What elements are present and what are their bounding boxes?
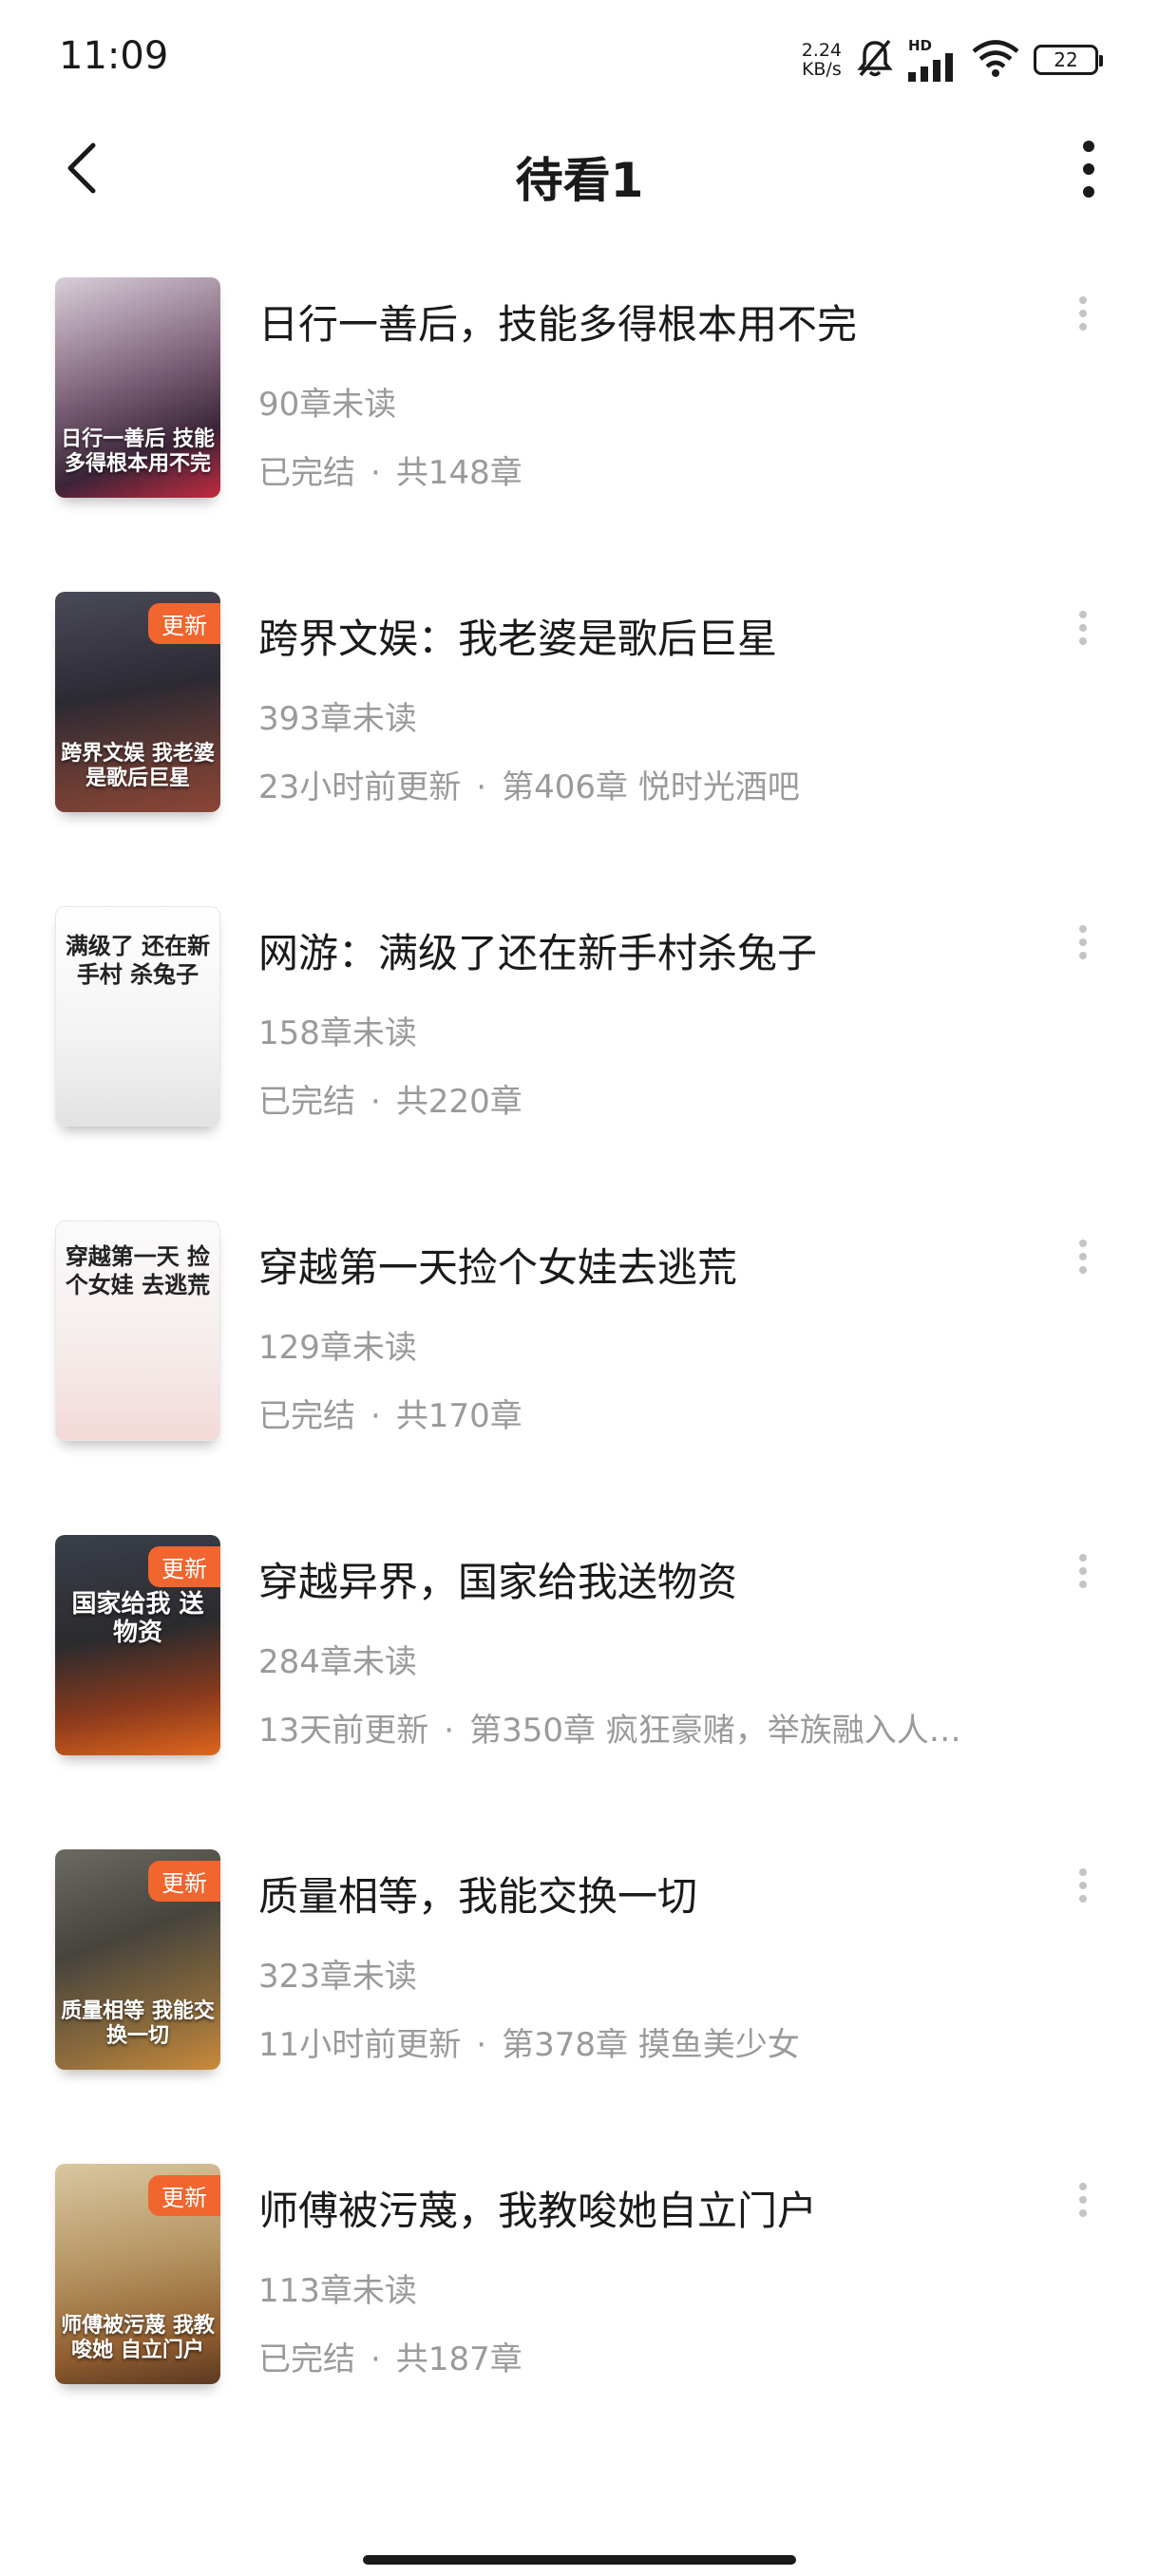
battery-level: 22 <box>1054 48 1078 71</box>
book-status: 已完结 <box>258 454 355 492</box>
book-title: 穿越第一天捡个女娃去逃荒 <box>258 1244 738 1291</box>
book-cover: 更新 师傅被污蔑 我教唆她 自立门户 <box>55 2164 220 2384</box>
book-list-item[interactable]: 更新 国家给我 送物资 穿越异界，国家给我送物资 284章未读 13天前更新 · 第… <box>0 1524 1159 1838</box>
book-status: 11小时前更新 <box>258 2026 462 2064</box>
wifi-icon <box>971 39 1020 81</box>
book-meta: 已完结 · 共148章 <box>258 446 522 493</box>
more-vertical-icon <box>1079 611 1087 645</box>
item-more-button[interactable] <box>1064 2171 1102 2228</box>
update-badge: 更新 <box>148 2175 220 2216</box>
more-vertical-icon <box>1079 1554 1087 1588</box>
book-list-item[interactable]: 更新 质量相等 我能交换一切 质量相等，我能交换一切 323章未读 11小时前更… <box>0 1838 1159 2152</box>
book-title: 跨界文娱：我老婆是歌后巨星 <box>258 616 778 662</box>
network-speed-value: 2.24 <box>801 40 842 61</box>
book-unread-count: 158章未读 <box>258 1014 417 1052</box>
book-cover-text: 跨界文娱 我老婆是歌后巨星 <box>61 742 215 790</box>
battery-icon: 22 <box>1034 45 1103 75</box>
book-unread-count: 284章未读 <box>258 1643 417 1681</box>
book-detail: 共220章 <box>395 1083 522 1121</box>
item-more-button[interactable] <box>1064 285 1102 342</box>
bell-muted-icon <box>855 37 895 83</box>
book-cover-text: 国家给我 送物资 <box>71 1590 204 1647</box>
meta-separator: · <box>370 1397 381 1435</box>
more-vertical-icon <box>1079 2183 1087 2217</box>
book-detail: 第350章 疯狂豪赌，举族融入人… <box>469 1712 961 1750</box>
item-more-button[interactable] <box>1064 1228 1102 1285</box>
book-detail: 共170章 <box>395 1397 522 1435</box>
book-title: 穿越异界，国家给我送物资 <box>258 1559 738 1605</box>
signal-hd-label: HD <box>908 36 933 54</box>
book-unread-count: 129章未读 <box>258 1329 417 1367</box>
book-list-item[interactable]: 日行一善后 技能多得根本用不完 日行一善后，技能多得根本用不完 90章未读 已完… <box>0 266 1159 580</box>
update-badge: 更新 <box>148 603 220 644</box>
book-cover: 更新 跨界文娱 我老婆是歌后巨星 <box>55 592 220 812</box>
book-cover: 穿越第一天 捡个女娃 去逃荒 <box>55 1221 220 1441</box>
page-title: 待看1 <box>515 153 644 208</box>
book-cover: 更新 质量相等 我能交换一切 <box>55 1849 220 2070</box>
book-status: 23小时前更新 <box>258 768 462 806</box>
update-badge: 更新 <box>148 1546 220 1587</box>
status-time: 11:09 <box>59 34 169 78</box>
book-meta: 13天前更新 · 第350章 疯狂豪赌，举族融入人… <box>258 1704 961 1751</box>
more-vertical-icon <box>1079 296 1087 331</box>
book-unread-count: 323章未读 <box>258 1958 417 1996</box>
meta-separator: · <box>370 2340 381 2378</box>
meta-separator: · <box>370 454 381 492</box>
network-speed-unit: KB/s <box>801 59 842 80</box>
book-list-item[interactable]: 更新 跨界文娱 我老婆是歌后巨星 跨界文娱：我老婆是歌后巨星 393章未读 23… <box>0 580 1159 895</box>
item-more-button[interactable] <box>1064 914 1102 971</box>
book-cover-text: 日行一善后 技能多得根本用不完 <box>61 427 215 476</box>
update-badge: 更新 <box>148 1861 220 1902</box>
book-list-item[interactable]: 更新 师傅被污蔑 我教唆她 自立门户 师傅被污蔑，我教唆她自立门户 113章未读… <box>0 2152 1159 2467</box>
nav-bar: 待看1 <box>0 114 1159 228</box>
meta-separator: · <box>370 1083 381 1121</box>
book-status: 已完结 <box>258 2340 355 2378</box>
book-meta: 已完结 · 共170章 <box>258 1390 522 1436</box>
cellular-signal-icon: HD <box>908 36 958 82</box>
more-vertical-icon <box>1079 925 1087 959</box>
status-icons: 2.24 KB/s HD 22 <box>802 36 1103 84</box>
book-status: 13天前更新 <box>258 1712 429 1750</box>
status-bar: 11:09 2.24 KB/s HD 22 <box>0 0 1159 114</box>
more-vertical-icon <box>1083 141 1094 198</box>
book-meta: 11小时前更新 · 第378章 摸鱼美少女 <box>258 2018 800 2065</box>
book-title: 师傅被污蔑，我教唆她自立门户 <box>258 2188 818 2234</box>
book-list-item[interactable]: 满级了 还在新手村 杀兔子 网游：满级了还在新手村杀兔子 158章未读 已完结 ·… <box>0 895 1159 1209</box>
book-cover: 满级了 还在新手村 杀兔子 <box>55 906 220 1127</box>
book-cover-text: 质量相等 我能交换一切 <box>61 1999 215 2048</box>
network-speed: 2.24 KB/s <box>802 41 842 79</box>
book-cover: 更新 国家给我 送物资 <box>55 1535 220 1755</box>
book-meta: 已完结 · 共220章 <box>258 1075 522 1122</box>
more-vertical-icon <box>1079 1240 1087 1274</box>
book-status: 已完结 <box>258 1083 355 1121</box>
book-detail: 共148章 <box>395 454 522 492</box>
book-status: 已完结 <box>258 1397 355 1435</box>
book-title: 日行一善后，技能多得根本用不完 <box>258 301 858 348</box>
item-more-button[interactable] <box>1064 1857 1102 1914</box>
book-title: 网游：满级了还在新手村杀兔子 <box>258 930 818 976</box>
book-list-item[interactable]: 穿越第一天 捡个女娃 去逃荒 穿越第一天捡个女娃去逃荒 129章未读 已完结 · 共… <box>0 1209 1159 1524</box>
more-vertical-icon <box>1079 1868 1087 1903</box>
book-cover: 日行一善后 技能多得根本用不完 <box>55 277 220 498</box>
book-detail: 共187章 <box>395 2340 522 2378</box>
book-cover-text: 穿越第一天 捡个女娃 去逃荒 <box>65 1243 211 1298</box>
meta-separator: · <box>444 1712 455 1750</box>
book-meta: 已完结 · 共187章 <box>258 2333 522 2379</box>
book-detail: 第406章 悦时光酒吧 <box>502 768 800 806</box>
book-meta: 23小时前更新 · 第406章 悦时光酒吧 <box>258 761 800 807</box>
book-unread-count: 393章未读 <box>258 700 417 738</box>
book-list: 日行一善后 技能多得根本用不完 日行一善后，技能多得根本用不完 90章未读 已完… <box>0 266 1159 2467</box>
meta-separator: · <box>476 768 487 806</box>
book-unread-count: 90章未读 <box>258 386 397 424</box>
book-title: 质量相等，我能交换一切 <box>258 1873 698 1920</box>
book-unread-count: 113章未读 <box>258 2272 417 2310</box>
item-more-button[interactable] <box>1064 599 1102 656</box>
home-indicator[interactable] <box>363 2555 796 2565</box>
item-more-button[interactable] <box>1064 1543 1102 1600</box>
meta-separator: · <box>476 2026 487 2064</box>
book-detail: 第378章 摸鱼美少女 <box>502 2026 800 2064</box>
book-cover-text: 师傅被污蔑 我教唆她 自立门户 <box>61 2314 215 2362</box>
more-options-button[interactable] <box>1060 133 1117 205</box>
book-cover-text: 满级了 还在新手村 杀兔子 <box>65 933 211 988</box>
